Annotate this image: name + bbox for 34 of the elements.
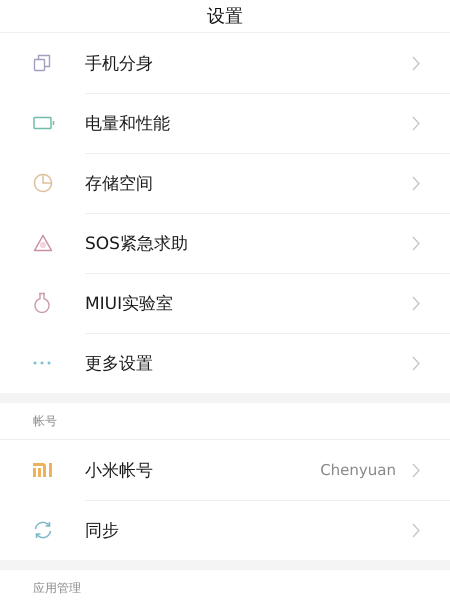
- logo-icon: [33, 463, 53, 477]
- settings-item[interactable]: 手机分身: [0, 33, 450, 93]
- settings-item[interactable]: 电量和性能: [0, 93, 450, 153]
- section-header: 帐号: [0, 403, 450, 440]
- settings-item[interactable]: MIUI实验室: [0, 273, 450, 333]
- item-value: Chenyuan: [320, 461, 396, 479]
- settings-item[interactable]: 小米帐号 Chenyuan: [0, 440, 450, 500]
- sync-icon: [33, 520, 53, 540]
- chevron-icon: [412, 236, 420, 251]
- pie-chart-icon: [33, 173, 53, 193]
- item-label: SOS紧急求助: [85, 233, 189, 255]
- item-label: 电量和性能: [85, 113, 171, 135]
- warning-icon: [33, 234, 53, 252]
- chevron-icon: [412, 176, 420, 191]
- item-label: 小米帐号: [85, 460, 154, 482]
- chevron-icon: [412, 116, 420, 131]
- item-label: MIUI实验室: [85, 293, 174, 315]
- page-title: 设置: [207, 5, 243, 28]
- battery-icon: [33, 116, 55, 130]
- flask-icon: [33, 292, 51, 314]
- item-label: 存储空间: [85, 173, 154, 195]
- chevron-icon: [412, 356, 420, 371]
- chevron-icon: [412, 523, 420, 538]
- copy-icon: [33, 54, 51, 72]
- chevron-icon: [412, 296, 420, 311]
- item-label: 手机分身: [85, 52, 154, 74]
- more-icon: [33, 361, 51, 365]
- item-label: 更多设置: [85, 353, 154, 375]
- section-header: 应用管理: [0, 570, 450, 601]
- settings-item[interactable]: SOS紧急求助: [0, 213, 450, 273]
- item-label: 同步: [85, 520, 120, 542]
- chevron-icon: [412, 462, 420, 478]
- settings-item[interactable]: 存储空间: [0, 153, 450, 213]
- chevron-icon: [412, 56, 420, 70]
